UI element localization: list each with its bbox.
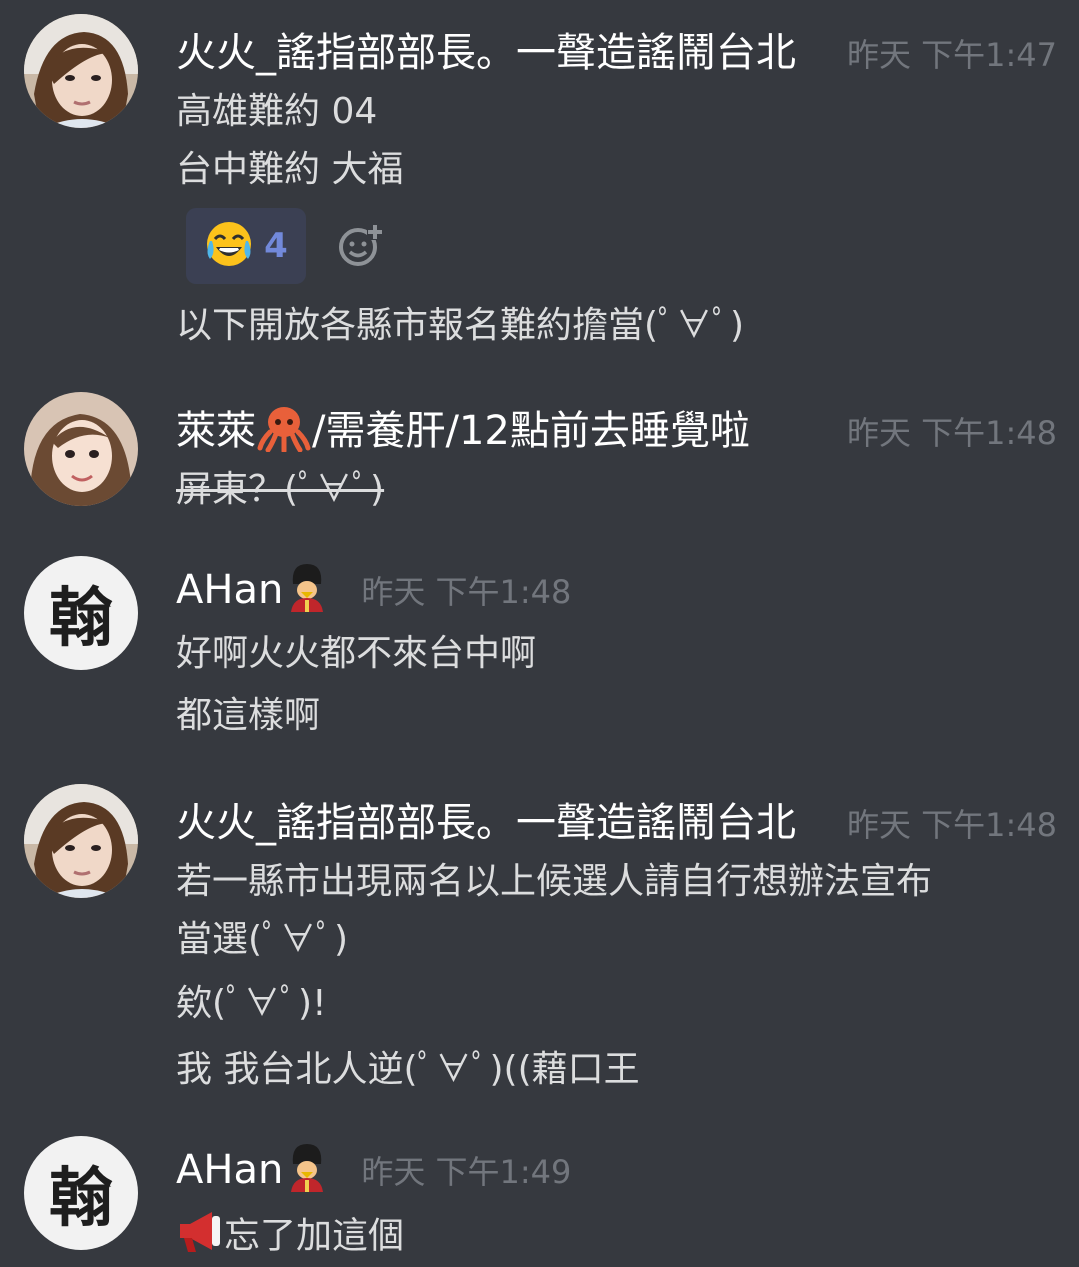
timestamp: 昨天 下午1:49 xyxy=(361,1153,572,1191)
message-text: 欸(ﾟ∀ﾟ)! xyxy=(176,983,327,1024)
guardsman-icon xyxy=(283,562,331,622)
message-text: 忘了加這個 xyxy=(224,1215,405,1257)
username-text: AHan xyxy=(176,1147,284,1193)
message-text: 台中難約 大福 xyxy=(176,149,404,190)
message-text: 高雄難約 04 xyxy=(176,91,378,132)
timestamp: 昨天 下午1:48 xyxy=(846,414,1057,452)
user-avatar[interactable]: 翰 xyxy=(24,556,138,670)
message-text: 當選(ﾟ∀ﾟ) xyxy=(176,919,349,960)
timestamp: 昨天 下午1:47 xyxy=(846,36,1057,74)
username[interactable]: 火火_謠指部部長。一聲造謠鬧台北 xyxy=(176,20,796,78)
message-text-row: 忘了加這個 xyxy=(176,1208,1049,1267)
username-text: AHan xyxy=(176,567,284,613)
user-avatar[interactable] xyxy=(24,392,138,506)
username[interactable]: AHan xyxy=(176,562,331,622)
username-text: 萊萊 xyxy=(176,408,256,454)
message-text: 屏東？(ﾟ∀ﾟ) xyxy=(176,469,385,510)
message-text: 若一縣市出現兩名以上候選人請自行想辦法宣布 xyxy=(176,861,933,902)
reaction-count: 4 xyxy=(264,226,288,266)
message-text: 以下開放各縣市報名難約擔當(ﾟ∀ﾟ) xyxy=(176,305,745,346)
user-avatar[interactable]: 翰 xyxy=(24,1136,138,1250)
username[interactable]: 火火_謠指部部長。一聲造謠鬧台北 xyxy=(176,790,796,848)
face-with-tears-of-joy-icon xyxy=(204,219,254,273)
user-avatar[interactable] xyxy=(24,14,138,128)
timestamp: 昨天 下午1:48 xyxy=(846,806,1057,844)
reaction-button[interactable]: 4 xyxy=(186,208,306,284)
message-header: 萊萊/需養肝/12點前去睡覺啦 昨天 下午1:48 xyxy=(176,398,1057,458)
add-reaction-icon[interactable] xyxy=(336,220,386,270)
message-header: AHan 昨天 下午1:49 xyxy=(176,1142,1057,1202)
username[interactable]: AHan xyxy=(176,1142,331,1202)
timestamp: 昨天 下午1:48 xyxy=(361,573,572,611)
username-text: /需養肝/12點前去睡覺啦 xyxy=(312,408,750,454)
megaphone-icon xyxy=(176,1208,224,1267)
message-text: 我 我台北人逆(ﾟ∀ﾟ)((藉口王 xyxy=(176,1049,640,1090)
octopus-icon xyxy=(256,404,312,462)
message-header: AHan 昨天 下午1:48 xyxy=(176,562,1057,622)
message-text: 好啊火火都不來台中啊 xyxy=(176,633,537,674)
message-header: 火火_謠指部部長。一聲造謠鬧台北 昨天 下午1:48 xyxy=(176,790,1057,850)
guardsman-icon xyxy=(283,1142,331,1202)
username[interactable]: 萊萊/需養肝/12點前去睡覺啦 xyxy=(176,398,750,462)
user-avatar[interactable] xyxy=(24,784,138,898)
message-text: 都這樣啊 xyxy=(176,695,321,736)
message-header: 火火_謠指部部長。一聲造謠鬧台北 昨天 下午1:47 xyxy=(176,20,1057,80)
